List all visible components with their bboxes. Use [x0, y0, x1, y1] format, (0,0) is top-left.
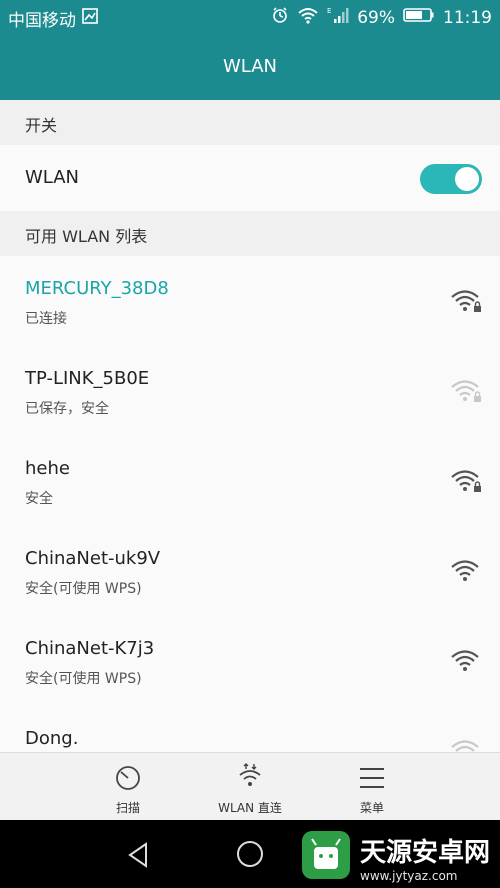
network-name: ChinaNet-K7j3	[25, 638, 155, 659]
network-row[interactable]: ChinaNet-K7j3 安全(可使用 WPS)	[0, 616, 500, 707]
battery-percent: 69%	[357, 7, 395, 28]
menu-button[interactable]: 菜单	[312, 753, 432, 821]
scan-label: 扫描	[115, 801, 140, 815]
title-bar: WLAN	[0, 36, 500, 100]
svg-text:E: E	[327, 7, 331, 15]
network-row[interactable]: TP-LINK_5B0E 已保存，安全	[0, 346, 500, 437]
bottom-toolbar: 扫描 WLAN 直连 菜单	[0, 752, 500, 821]
wifi-lock-icon	[450, 288, 482, 318]
network-status: 已保存，安全	[25, 401, 109, 417]
toggle-knob	[455, 167, 479, 191]
watermark-url: www.jytyaz.com	[360, 868, 458, 883]
network-status: 安全	[25, 491, 53, 507]
network-name: TP-LINK_5B0E	[25, 368, 150, 389]
network-name: hehe	[25, 458, 70, 479]
battery-icon	[403, 7, 435, 28]
carrier-name: 中国移动	[8, 11, 76, 31]
network-row[interactable]: ChinaNet-uk9V 安全(可使用 WPS)	[0, 526, 500, 617]
section-label: 可用 WLAN 列表	[25, 227, 148, 246]
wifi-icon	[450, 648, 482, 678]
network-status: 已连接	[25, 311, 67, 327]
network-name: ChinaNet-uk9V	[25, 548, 161, 569]
clock: 11:19	[443, 7, 492, 28]
wifi-direct-icon	[237, 763, 263, 795]
menu-label: 菜单	[359, 801, 384, 815]
scan-button[interactable]: 扫描	[68, 753, 188, 821]
alarm-icon	[271, 6, 289, 29]
wlan-direct-label: WLAN 直连	[218, 801, 282, 815]
section-label: 开关	[25, 116, 58, 135]
network-name: MERCURY_38D8	[25, 278, 169, 299]
network-row[interactable]: MERCURY_38D8 已连接	[0, 256, 500, 347]
section-header-switch: 开关	[0, 100, 500, 146]
wifi-icon	[450, 558, 482, 588]
watermark: 天源安卓网 www.jytyaz.com	[300, 826, 500, 888]
wlan-direct-button[interactable]: WLAN 直连	[190, 753, 310, 821]
scan-icon	[115, 765, 141, 795]
wifi-lock-icon	[450, 378, 482, 408]
watermark-logo-icon	[300, 829, 352, 885]
watermark-text: 天源安卓网 www.jytyaz.com	[360, 832, 490, 883]
home-icon[interactable]	[236, 840, 264, 872]
status-left: 中国移动	[8, 6, 98, 31]
menu-icon	[359, 766, 385, 794]
network-row[interactable]: Dong.	[0, 706, 500, 752]
back-icon[interactable]	[126, 842, 152, 872]
network-name: Dong.	[25, 728, 79, 749]
section-header-available: 可用 WLAN 列表	[0, 211, 500, 257]
status-right: E 69% 11:19	[271, 6, 492, 29]
wifi-status-icon	[297, 6, 319, 29]
watermark-title: 天源安卓网	[360, 837, 491, 868]
wlan-toggle-label: WLAN	[25, 167, 80, 188]
network-row[interactable]: hehe 安全	[0, 436, 500, 527]
screenshot-icon	[82, 8, 98, 29]
wifi-icon	[450, 738, 482, 752]
network-status: 安全(可使用 WPS)	[25, 581, 142, 597]
status-bar: 中国移动 E 69% 11:19	[0, 0, 500, 36]
page-title: WLAN	[222, 56, 278, 77]
wlan-toggle-row[interactable]: WLAN	[0, 145, 500, 212]
wlan-toggle-switch[interactable]	[420, 164, 482, 194]
network-status: 安全(可使用 WPS)	[25, 671, 142, 687]
cell-signal-icon: E	[327, 6, 349, 29]
wifi-lock-icon	[450, 468, 482, 498]
